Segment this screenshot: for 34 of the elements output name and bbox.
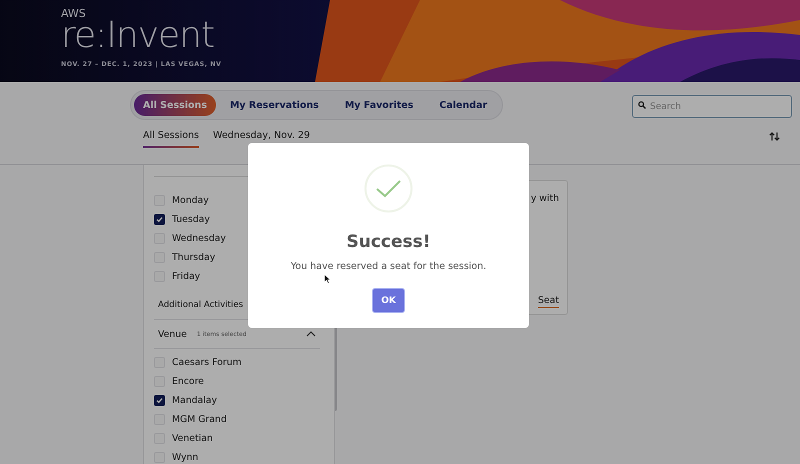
filter-option: Wynn (172, 452, 198, 463)
filter-option: Friday (172, 271, 200, 282)
filter-option: MGM Grand (172, 414, 227, 425)
filter-group-title[interactable]: Venue (158, 328, 187, 340)
filter-option: Venetian (172, 433, 213, 444)
filter-group-title[interactable]: Additional Activities (158, 300, 244, 310)
brand-text: AWS (61, 8, 86, 19)
filter-option: Mandalay (172, 395, 217, 406)
event-logo-text: re:Invent (61, 17, 214, 55)
dialog-message: You have reserved a seat for the session. (290, 261, 486, 272)
cursor-icon (324, 274, 331, 284)
sub-tab[interactable]: All Sessions (143, 128, 199, 148)
sub-tab[interactable]: Wednesday, Nov. 29 (213, 128, 310, 148)
search-field[interactable]: Search (632, 95, 792, 118)
filter-option: Monday (172, 195, 209, 206)
session-description: y with (530, 193, 559, 204)
nav-tab[interactable]: Calendar (427, 94, 500, 116)
ok-button[interactable]: OK (372, 288, 405, 313)
sort-icon[interactable] (769, 132, 780, 141)
checkbox[interactable] (154, 214, 165, 225)
dialog-title: Success! (346, 232, 431, 252)
reserve-link[interactable]: Seat (538, 295, 559, 308)
success-check-icon (364, 164, 412, 212)
filter-option: Tuesday (172, 214, 210, 225)
search-icon (638, 100, 646, 108)
filter-option: Encore (172, 376, 204, 387)
nav-tab[interactable]: My Favorites (332, 94, 426, 116)
checkbox[interactable] (154, 395, 165, 406)
filter-option: Caesars Forum (172, 357, 242, 368)
filter-option: Thursday (172, 252, 216, 263)
nav-tab[interactable]: My Reservations (218, 94, 331, 116)
filter-option: Wednesday (172, 233, 226, 244)
chevron-icon[interactable] (306, 331, 316, 337)
nav-tab[interactable]: All Sessions (134, 94, 216, 116)
